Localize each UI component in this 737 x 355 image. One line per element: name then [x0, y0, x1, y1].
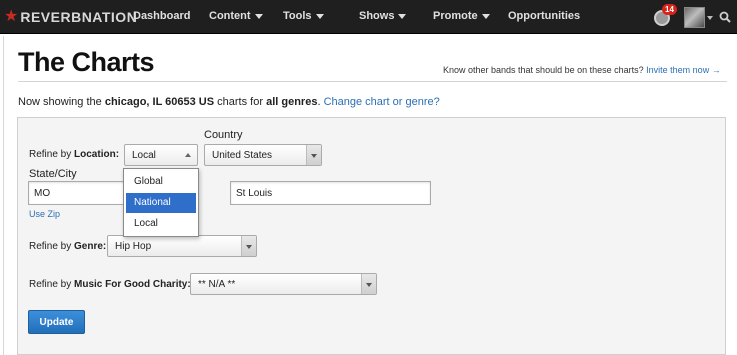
refine-genre-label: Refine by Genre:: [29, 241, 106, 252]
location-option-national[interactable]: National: [126, 193, 196, 213]
refine-charity-prefix: Refine by: [29, 279, 72, 290]
genre-select-value: Hip Hop: [115, 241, 152, 252]
refine-location-bold: Location:: [74, 149, 120, 160]
caret-down-icon[interactable]: [707, 16, 713, 20]
update-button[interactable]: Update: [28, 310, 85, 334]
showing-mid: charts for: [217, 96, 264, 108]
chevron-down-icon: [398, 13, 407, 19]
page-title: The Charts: [18, 47, 155, 77]
nav-dashboard[interactable]: Dashboard: [133, 10, 190, 22]
showing-summary: Now showing the chicago, IL 60653 US cha…: [18, 96, 440, 108]
state-field-value: MO: [34, 188, 51, 199]
reverbnation-logo[interactable]: ★ REVERBNATION: [4, 8, 138, 26]
location-option-local[interactable]: Local: [126, 214, 196, 234]
charity-select[interactable]: ** N/A **: [190, 273, 377, 295]
charity-select-value: ** N/A **: [198, 279, 236, 290]
nav-shows-label: Shows: [359, 10, 395, 22]
refine-location-prefix: Refine by: [29, 149, 72, 160]
country-label: Country: [204, 129, 243, 141]
city-field[interactable]: St Louis: [230, 181, 431, 205]
chevron-down-icon: [481, 13, 490, 19]
nav-opportunities-label: Opportunities: [508, 10, 581, 22]
refine-genre-bold: Genre:: [74, 241, 107, 252]
location-select[interactable]: Local: [124, 144, 198, 166]
refine-charity-label: Refine by Music For Good Charity:: [29, 279, 191, 290]
refine-genre-prefix: Refine by: [29, 241, 72, 252]
notification-badge: 14: [662, 4, 677, 15]
location-select-value: Local: [132, 150, 156, 161]
country-select[interactable]: United States: [204, 144, 322, 166]
chevron-down-icon: [315, 13, 324, 19]
nav-tools[interactable]: Tools: [283, 10, 324, 22]
chevron-down-icon: [361, 274, 376, 294]
showing-prefix: Now showing the: [18, 96, 102, 108]
chevron-down-icon: [254, 13, 263, 19]
nav-opportunities[interactable]: Opportunities: [508, 10, 580, 22]
invite-prompt-text: Know other bands that should be on these…: [443, 65, 644, 75]
location-option-global[interactable]: Global: [126, 172, 196, 192]
title-divider: [18, 81, 727, 82]
nav-shows[interactable]: Shows: [359, 10, 407, 22]
top-nav-bar: ★ REVERBNATION Dashboard Content Tools S…: [0, 0, 737, 34]
use-zip-link[interactable]: Use Zip: [29, 209, 60, 219]
genre-select[interactable]: Hip Hop: [107, 235, 257, 257]
showing-location: chicago, IL 60653 US: [104, 96, 215, 108]
city-field-value: St Louis: [236, 188, 273, 199]
star-logo-icon: ★: [4, 8, 19, 25]
change-chart-link[interactable]: Change chart or genre?: [324, 96, 440, 108]
nav-content[interactable]: Content: [209, 10, 263, 22]
showing-genre: all genres: [266, 96, 318, 108]
chevron-up-icon: [185, 153, 191, 157]
avatar[interactable]: [684, 7, 705, 28]
nav-dashboard-label: Dashboard: [133, 10, 191, 22]
nav-tools-label: Tools: [283, 10, 312, 22]
location-dropdown-list: Global National Local: [123, 168, 199, 237]
chevron-down-icon: [241, 236, 256, 256]
invite-link[interactable]: Invite them now →: [646, 65, 721, 75]
nav-promote[interactable]: Promote: [433, 10, 490, 22]
chevron-down-icon: [306, 145, 321, 165]
invite-prompt: Know other bands that should be on these…: [443, 65, 721, 75]
refine-charity-bold: Music For Good Charity:: [74, 279, 191, 290]
search-icon[interactable]: [719, 11, 731, 23]
nav-content-label: Content: [209, 10, 251, 22]
logo-wordmark: REVERBNATION: [20, 9, 138, 25]
nav-promote-label: Promote: [433, 10, 478, 22]
state-city-label: State/City: [29, 168, 77, 180]
country-select-value: United States: [212, 150, 273, 161]
refine-location-label: Refine by Location:: [29, 149, 119, 160]
